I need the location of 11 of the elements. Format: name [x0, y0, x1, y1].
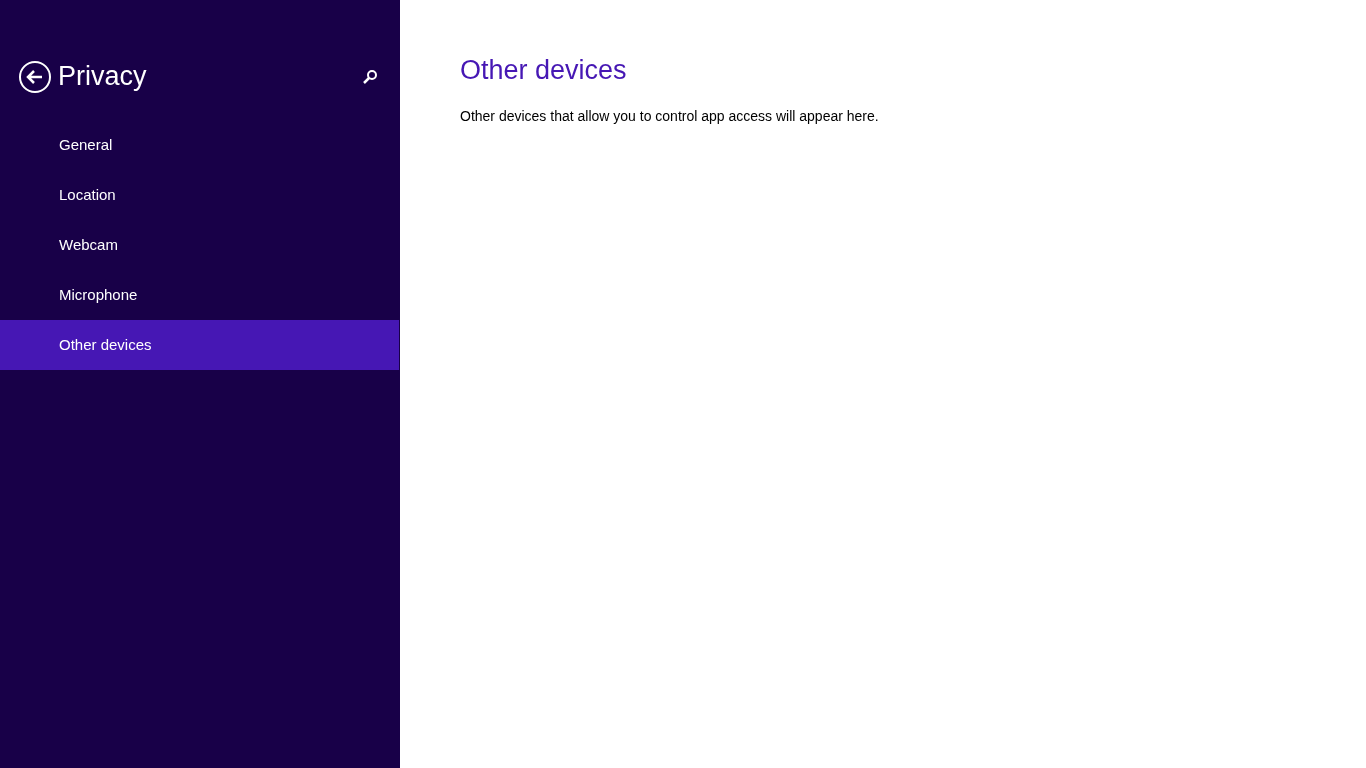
description-text: Other devices that allow you to control app access will appear here. [460, 107, 880, 126]
sidebar-item[interactable]: Location [0, 170, 399, 220]
page-heading: Other devices [460, 54, 628, 87]
sidebar-title: Privacy [58, 60, 147, 94]
sidebar-item[interactable]: General [0, 120, 399, 170]
back-arrow-icon [26, 67, 44, 86]
search-icon [362, 68, 378, 85]
back-button[interactable] [19, 60, 51, 93]
sidebar-item[interactable]: Other devices [0, 320, 399, 370]
sidebar-item[interactable]: Webcam [0, 220, 399, 270]
sidebar-item[interactable]: Microphone [0, 270, 399, 320]
